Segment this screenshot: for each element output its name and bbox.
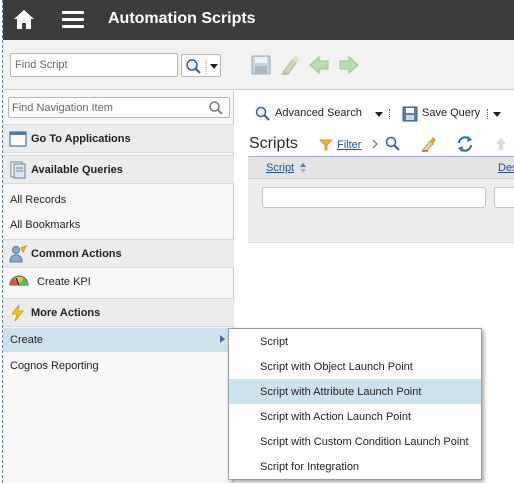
previous-record-icon[interactable]: [308, 54, 330, 76]
description-filter-input[interactable]: [494, 187, 514, 208]
create-kpi-item[interactable]: Create KPI: [3, 271, 234, 293]
results-table: Script Des: [248, 157, 514, 243]
menu-item-label: Script with Action Launch Point: [260, 411, 412, 423]
filter-icon[interactable]: [319, 139, 333, 154]
save-query-icon[interactable]: [402, 106, 418, 122]
create-submenu: Script Script with Object Launch Point S…: [228, 328, 482, 480]
find-icon[interactable]: [385, 136, 401, 155]
query-all-records[interactable]: All Records: [10, 194, 66, 206]
create-menu-item[interactable]: Create: [3, 328, 234, 352]
menu-item-label: Script: [260, 336, 289, 348]
side-navigation: Go To Applications Available Queries All…: [3, 91, 234, 483]
clear-filter-icon[interactable]: [421, 136, 437, 155]
filter-link[interactable]: Filter: [337, 139, 361, 151]
chevron-right-icon[interactable]: [371, 138, 379, 153]
create-kpi-label: Create KPI: [37, 276, 91, 288]
nav-search-input[interactable]: [8, 97, 230, 118]
go-to-applications-header[interactable]: Go To Applications: [3, 124, 234, 153]
queries-icon: [9, 161, 27, 179]
refresh-icon[interactable]: [456, 135, 474, 156]
cognos-reporting-item[interactable]: Cognos Reporting: [10, 360, 99, 372]
search-icon[interactable]: [208, 100, 224, 116]
app-header: Automation Scripts: [3, 0, 514, 40]
go-to-applications-label: Go To Applications: [31, 133, 131, 145]
app-title: Automation Scripts: [108, 10, 256, 27]
advanced-search-button[interactable]: Advanced Search: [275, 107, 362, 119]
list-toolbar: Advanced Search Save Query: [235, 91, 514, 133]
advanced-search-icon[interactable]: [255, 106, 271, 122]
common-actions-label: Common Actions: [31, 248, 122, 260]
find-script-input[interactable]: [10, 53, 178, 77]
query-all-bookmarks[interactable]: All Bookmarks: [10, 219, 80, 231]
script-filter-input[interactable]: [262, 187, 486, 208]
menu-item-attribute-launch-point[interactable]: Script with Attribute Launch Point: [229, 379, 481, 404]
menu-item-label: Script with Object Launch Point: [260, 361, 413, 373]
save-query-dropdown-icon[interactable]: [493, 112, 501, 117]
menu-item-script[interactable]: Script: [229, 329, 481, 354]
more-actions-header[interactable]: More Actions: [3, 298, 234, 327]
main-toolbar: [3, 40, 514, 90]
column-header-script[interactable]: Script: [266, 162, 294, 174]
clear-changes-icon[interactable]: [279, 54, 301, 76]
menu-item-label: Script with Attribute Launch Point: [260, 386, 422, 398]
table-header-row: Script Des: [248, 157, 514, 179]
advanced-search-dropdown-icon[interactable]: [375, 112, 383, 117]
kpi-gauge-icon: [9, 273, 29, 290]
up-arrow-icon[interactable]: [495, 137, 507, 154]
save-query-button[interactable]: Save Query: [422, 107, 480, 119]
more-actions-label: More Actions: [31, 307, 101, 319]
menu-item-action-launch-point[interactable]: Script with Action Launch Point: [229, 404, 481, 429]
common-actions-header[interactable]: Common Actions: [3, 239, 234, 268]
left-dashed-guide: [2, 0, 3, 483]
search-icon: [186, 59, 218, 74]
menu-item-custom-condition-launch-point[interactable]: Script with Custom Condition Launch Poin…: [229, 429, 481, 454]
search-dropdown-button[interactable]: [181, 54, 221, 77]
menu-item-object-launch-point[interactable]: Script with Object Launch Point: [229, 354, 481, 379]
common-actions-icon: [9, 245, 28, 263]
menu-item-script-for-integration[interactable]: Script for Integration: [229, 454, 481, 479]
home-icon[interactable]: [11, 7, 37, 33]
application-window-icon: [9, 130, 27, 148]
available-queries-label: Available Queries: [31, 164, 123, 176]
available-queries-header[interactable]: Available Queries: [3, 155, 234, 184]
menu-item-label: Script for Integration: [260, 461, 360, 473]
next-record-icon[interactable]: [338, 54, 360, 76]
column-header-description[interactable]: Des: [498, 162, 514, 174]
hamburger-menu-icon[interactable]: [60, 8, 86, 32]
save-icon[interactable]: [250, 54, 272, 76]
list-title: Scripts: [249, 135, 298, 152]
sort-arrow-icon[interactable]: [300, 163, 306, 176]
submenu-arrow-icon: [220, 335, 225, 343]
create-label: Create: [10, 334, 44, 346]
toolbar-separator: [389, 109, 391, 119]
lightning-icon: [9, 304, 27, 322]
menu-item-label: Script with Custom Condition Launch Poin…: [260, 436, 469, 448]
toolbar-separator: [487, 109, 489, 119]
